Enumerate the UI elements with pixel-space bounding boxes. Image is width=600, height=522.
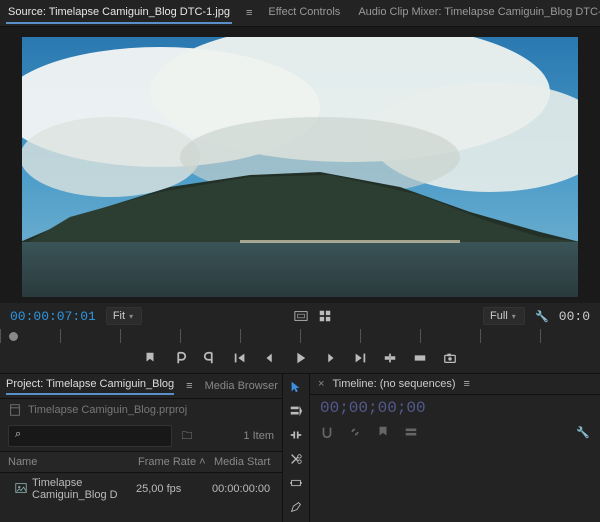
clip-media-start: 00:00:00:00	[212, 483, 284, 495]
transport-controls	[0, 343, 600, 373]
play-icon[interactable]	[293, 351, 307, 365]
tool-palette	[283, 374, 310, 522]
project-file-name: Timelapse Camiguin_Blog.prproj	[28, 404, 187, 416]
panel-menu-icon[interactable]: ≡	[464, 378, 470, 390]
snap-icon[interactable]	[320, 425, 334, 439]
col-media-start[interactable]: Media Start	[214, 456, 286, 468]
mark-out-icon[interactable]	[203, 351, 217, 365]
razor-tool-icon[interactable]	[289, 452, 303, 466]
project-panel-tabs: Project: Timelapse Camiguin_Blog ≡ Media…	[0, 374, 282, 399]
timeline-panel: × Timeline: (no sequences) ≡ 00;00;00;00…	[310, 374, 600, 522]
linked-selection-icon[interactable]	[348, 425, 362, 439]
panel-menu-icon[interactable]: ≡	[246, 7, 252, 19]
tab-effect-controls[interactable]: Effect Controls	[266, 2, 342, 24]
add-marker-icon[interactable]	[143, 351, 157, 365]
source-panel-tabs: Source: Timelapse Camiguin_Blog DTC-1.jp…	[0, 0, 600, 27]
zoom-fit-select[interactable]: Fit▾	[106, 307, 142, 325]
settings-icon[interactable]: 🔧	[535, 309, 549, 323]
export-frame-icon[interactable]	[443, 351, 457, 365]
project-panel: Project: Timelapse Camiguin_Blog ≡ Media…	[0, 374, 283, 522]
step-forward-icon[interactable]	[323, 351, 337, 365]
slip-tool-icon[interactable]	[289, 476, 303, 490]
still-image-icon	[14, 481, 28, 498]
timeline-title: Timeline: (no sequences)	[332, 378, 455, 390]
chevron-down-icon: ▾	[512, 312, 516, 321]
timeline-timecode[interactable]: 00;00;00;00	[310, 395, 600, 421]
insert-icon[interactable]	[383, 351, 397, 365]
source-monitor	[0, 27, 600, 303]
go-to-out-icon[interactable]	[353, 351, 367, 365]
close-icon[interactable]: ×	[318, 378, 324, 390]
timeline-header: × Timeline: (no sequences) ≡	[310, 374, 600, 395]
source-timecode[interactable]: 00:00:07:01	[10, 309, 96, 324]
sort-asc-icon: ˄	[199, 456, 205, 468]
overwrite-icon[interactable]	[413, 351, 427, 365]
timeline-settings-icon[interactable]: 🔧	[576, 425, 590, 439]
mark-in-icon[interactable]	[173, 351, 187, 365]
tab-media-browser[interactable]: Media Browser	[205, 380, 278, 392]
source-monitor-controls: 00:00:07:01 Fit▾ Full▾ 🔧 00:0	[0, 303, 600, 329]
source-time-ruler[interactable]	[0, 329, 600, 343]
add-marker-tl-icon[interactable]	[376, 425, 390, 439]
track-select-tool-icon[interactable]	[289, 404, 303, 418]
item-count: 1 Item	[243, 430, 274, 442]
chevron-down-icon: ▾	[129, 312, 133, 321]
source-end-timecode: 00:0	[559, 309, 590, 324]
go-to-in-icon[interactable]	[233, 351, 247, 365]
project-columns: Name Frame Rate ˄ Media Start Media	[0, 451, 282, 473]
col-name[interactable]: Name	[8, 456, 138, 468]
timeline-display-icon[interactable]	[404, 425, 418, 439]
panel-menu-icon[interactable]: ≡	[186, 380, 192, 392]
project-search-input[interactable]: ⌕	[8, 425, 172, 447]
tab-source[interactable]: Source: Timelapse Camiguin_Blog DTC-1.jp…	[6, 2, 232, 24]
step-back-icon[interactable]	[263, 351, 277, 365]
project-item-row[interactable]: Timelapse Camiguin_Blog D 25,00 fps 00:0…	[0, 473, 282, 505]
pen-tool-icon[interactable]	[289, 500, 303, 514]
source-preview[interactable]	[22, 37, 578, 297]
col-frame-rate[interactable]: Frame Rate ˄	[138, 456, 214, 468]
resolution-select[interactable]: Full▾	[483, 307, 525, 325]
clip-name: Timelapse Camiguin_Blog D	[32, 477, 136, 501]
tab-project[interactable]: Project: Timelapse Camiguin_Blog	[6, 378, 174, 395]
project-file-icon	[8, 403, 22, 417]
project-file-row: Timelapse Camiguin_Blog.prproj	[0, 399, 282, 421]
safe-margins-icon[interactable]	[294, 309, 308, 323]
tab-audio-clip-mixer[interactable]: Audio Clip Mixer: Timelapse Camiguin_Blo…	[356, 2, 600, 24]
timeline-options: 🔧	[310, 421, 600, 443]
selection-tool-icon[interactable]	[289, 380, 303, 394]
ripple-edit-tool-icon[interactable]	[289, 428, 303, 442]
playhead[interactable]	[8, 331, 19, 342]
preview-image	[22, 37, 578, 297]
multicam-icon[interactable]	[318, 309, 332, 323]
new-bin-icon[interactable]: 🗀	[180, 429, 194, 443]
clip-frame-rate: 25,00 fps	[136, 483, 212, 495]
